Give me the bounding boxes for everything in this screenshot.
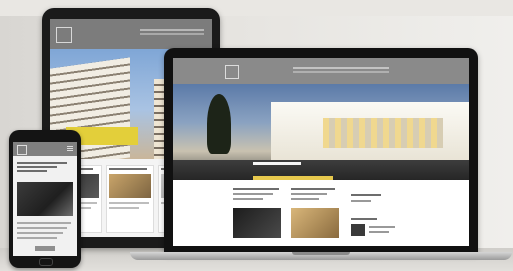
card-title-line — [109, 168, 147, 170]
card-title-line — [291, 193, 327, 195]
laptop-hero-image — [173, 84, 469, 180]
hamburger-menu-icon[interactable] — [67, 146, 73, 147]
sidebar-thumb[interactable] — [351, 224, 365, 236]
laptop-device — [164, 48, 478, 254]
card-text-line — [233, 198, 263, 200]
text-line — [17, 232, 63, 234]
laptop-logo[interactable] — [225, 65, 239, 79]
title-line — [17, 162, 67, 164]
laptop-card[interactable] — [233, 186, 283, 242]
hero-building-windows — [323, 118, 443, 148]
title-line — [17, 170, 47, 172]
hero-tree — [207, 94, 231, 154]
card-image — [291, 208, 339, 238]
sidebar-text-line — [369, 231, 389, 233]
sidebar-title-line — [351, 194, 381, 196]
laptop-screen — [173, 58, 469, 246]
device-mockup-scene — [0, 0, 513, 271]
phone-read-more-button[interactable] — [35, 246, 55, 251]
text-line — [17, 227, 67, 229]
phone-site-header — [13, 142, 77, 156]
card-image — [109, 174, 151, 198]
phone-article-image — [17, 182, 73, 216]
sidebar-icons[interactable] — [351, 200, 371, 202]
text-line — [17, 222, 71, 224]
phone-screen — [13, 142, 77, 256]
phone-article-title — [17, 162, 73, 172]
card-text-line — [109, 202, 149, 204]
tablet-site-header — [50, 19, 212, 49]
phone-logo[interactable] — [17, 145, 27, 155]
hero-kicker-line — [253, 162, 301, 165]
card-text-line — [109, 207, 139, 209]
phone-device — [9, 130, 81, 268]
laptop-sidebar — [351, 186, 401, 242]
sidebar-text-line — [369, 226, 395, 228]
card-title-line — [233, 188, 279, 190]
laptop-content — [173, 180, 469, 246]
laptop-nav-lines — [293, 67, 389, 69]
sidebar-title-line — [351, 218, 377, 220]
laptop-site-header — [173, 58, 469, 84]
text-line — [17, 237, 57, 239]
card-image — [233, 208, 281, 238]
laptop-notch — [292, 252, 350, 255]
tablet-logo[interactable] — [56, 27, 72, 43]
title-line — [17, 166, 57, 168]
card-title-line — [291, 188, 335, 190]
tablet-nav-lines — [140, 29, 204, 31]
card-text-line — [291, 198, 319, 200]
tablet-card[interactable] — [106, 165, 154, 233]
laptop-card[interactable] — [291, 186, 341, 242]
home-button-icon[interactable] — [39, 258, 53, 266]
card-title-line — [233, 193, 273, 195]
